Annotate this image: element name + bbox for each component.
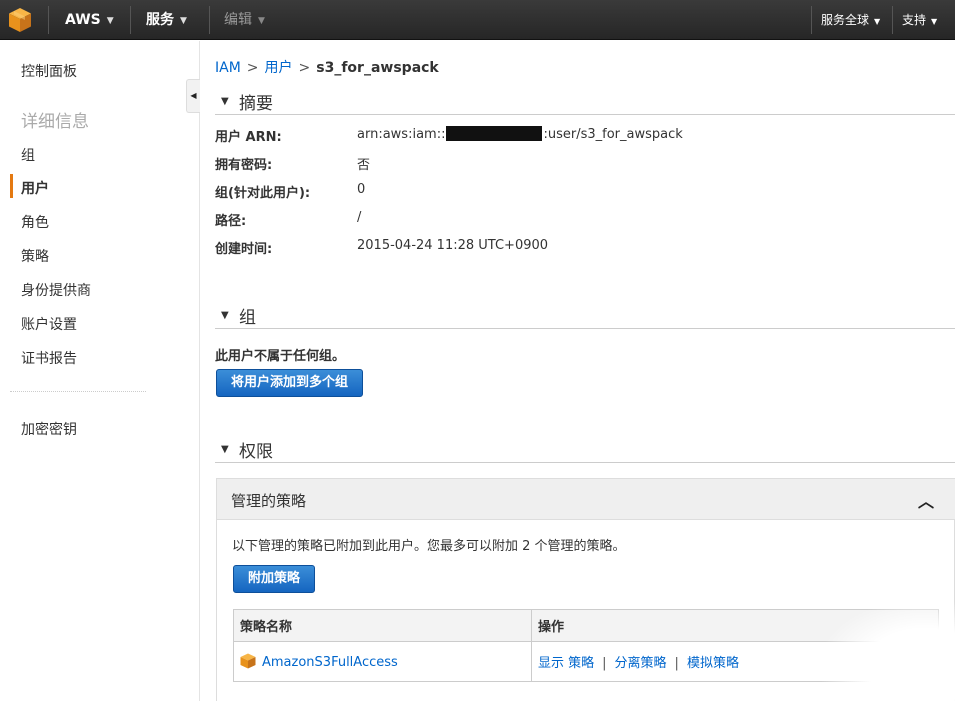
chevron-down-icon: ▼ [931, 17, 938, 26]
managed-policies-panel: 管理的策略 ︿ 以下管理的策略已附加到此用户。您最多可以附加 2 个管理的策略。… [216, 478, 955, 701]
nav-divider [811, 6, 812, 34]
sidebar-item-groups[interactable]: 组 [21, 145, 35, 165]
show-policy-link[interactable]: 显示 策略 [538, 656, 594, 671]
chevron-up-icon: ︿ [917, 492, 934, 511]
edit-menu-label: 编辑 [224, 12, 252, 28]
region-menu[interactable]: 服务全球 ▼ [821, 0, 880, 40]
table-row: AmazonS3FullAccess 显示 策略 | 分离策略 | 模拟策略 [233, 641, 939, 682]
attach-policy-button[interactable]: 附加策略 [233, 565, 316, 593]
aws-menu[interactable]: AWS ▼ [65, 0, 114, 40]
breadcrumb-iam-link[interactable]: IAM [215, 60, 241, 76]
has-password-value: 否 [357, 158, 371, 173]
aws-cube-icon[interactable] [8, 7, 32, 33]
chevron-down-icon: ▼ [180, 16, 187, 26]
summary-section-toggle[interactable]: ▼ 摘要 [215, 87, 955, 115]
caret-down-icon: ▼ [221, 310, 229, 321]
breadcrumb-separator: > [298, 60, 311, 76]
user-arn-suffix: :user/s3_for_awspack [543, 127, 683, 142]
sidebar-collapse-button[interactable]: ◀ [186, 79, 200, 113]
support-menu[interactable]: 支持 ▼ [902, 0, 937, 40]
services-menu-label: 服务 [146, 12, 174, 28]
managed-policies-toggle[interactable]: 管理的策略 ︿ [217, 479, 955, 520]
nav-divider [209, 6, 210, 34]
user-arn-value: arn:aws:iam:::user/s3_for_awspack [357, 126, 683, 142]
path-label: 路径: [215, 214, 247, 229]
aws-cube-icon [240, 653, 256, 669]
user-arn-prefix: arn:aws:iam:: [357, 127, 446, 142]
chevron-down-icon: ▼ [874, 17, 881, 26]
nav-divider [48, 6, 49, 34]
region-menu-label: 服务全球 [821, 13, 870, 27]
creation-time-label: 创建时间: [215, 242, 273, 257]
edit-menu[interactable]: 编辑 ▼ [224, 0, 265, 40]
group-count-label: 组(针对此用户): [215, 186, 311, 201]
breadcrumb-current: s3_for_awspack [316, 60, 439, 76]
managed-policies-description: 以下管理的策略已附加到此用户。您最多可以附加 2 个管理的策略。 [232, 539, 626, 554]
breadcrumb: IAM > 用户 > s3_for_awspack [215, 57, 439, 77]
user-arn-label: 用户 ARN: [215, 130, 282, 145]
sidebar-item-roles[interactable]: 角色 [21, 212, 49, 232]
detach-policy-link[interactable]: 分离策略 [615, 656, 667, 671]
sidebar-item-users[interactable]: 用户 [21, 178, 49, 198]
permissions-section-toggle[interactable]: ▼ 权限 [215, 435, 955, 463]
managed-policies-title: 管理的策略 [231, 492, 307, 510]
sidebar-item-encryption-keys[interactable]: 加密密钥 [21, 419, 77, 439]
policies-table: 策略名称 操作 AmazonS3FullAccess 显示 策略 | 分离策略 | 模拟… [233, 609, 939, 682]
nav-divider [130, 6, 131, 34]
add-user-to-groups-button[interactable]: 将用户添加到多个组 [216, 369, 364, 397]
sidebar-item-credential-report[interactable]: 证书报告 [21, 348, 77, 368]
sidebar-active-indicator [10, 174, 13, 198]
groups-section-title: 组 [239, 308, 256, 328]
has-password-label: 拥有密码: [215, 158, 273, 173]
sidebar-item-policies[interactable]: 策略 [21, 246, 49, 266]
group-count-value: 0 [357, 182, 366, 197]
sidebar-heading-details: 详细信息 [21, 112, 89, 132]
simulate-policy-link[interactable]: 模拟策略 [687, 656, 739, 671]
action-separator: | [674, 656, 679, 671]
chevron-down-icon: ▼ [106, 16, 114, 26]
main-content: IAM > 用户 > s3_for_awspack ▼ 摘要 用户 ARN: arn:a… [201, 41, 955, 701]
redacted-account-id [446, 126, 543, 141]
creation-time-value: 2015-04-24 11:28 UTC+0900 [357, 238, 549, 253]
caret-down-icon: ▼ [221, 444, 229, 455]
sidebar-item-identity-providers[interactable]: 身份提供商 [21, 280, 91, 300]
caret-down-icon: ▼ [221, 96, 229, 107]
services-menu[interactable]: 服务 ▼ [146, 0, 187, 40]
sidebar: 控制面板 详细信息 组 用户 角色 策略 身份提供商 账户设置 证书报告 加密密… [0, 41, 200, 701]
path-value: / [357, 210, 362, 225]
action-separator: | [602, 656, 607, 671]
summary-section-title: 摘要 [239, 94, 273, 114]
breadcrumb-separator: > [246, 60, 259, 76]
policy-name-cell: AmazonS3FullAccess [233, 641, 532, 682]
column-header-policy-name: 策略名称 [233, 609, 532, 642]
policy-name-link[interactable]: AmazonS3FullAccess [262, 655, 398, 670]
column-header-actions: 操作 [531, 609, 939, 642]
table-header-row: 策略名称 操作 [233, 609, 939, 642]
breadcrumb-users-link[interactable]: 用户 [265, 60, 293, 76]
nav-divider [892, 6, 893, 34]
no-groups-message: 此用户不属于任何组。 [215, 349, 346, 364]
chevron-down-icon: ▼ [258, 16, 265, 26]
sidebar-item-account-settings[interactable]: 账户设置 [21, 314, 77, 334]
policy-actions-cell: 显示 策略 | 分离策略 | 模拟策略 [531, 641, 939, 682]
sidebar-divider [10, 391, 146, 392]
aws-menu-label: AWS [65, 12, 101, 28]
support-menu-label: 支持 [902, 13, 927, 27]
top-navigation-bar: AWS ▼ 服务 ▼ 编辑 ▼ 服务全球 ▼ 支持 ▼ [0, 0, 955, 40]
chevron-left-icon: ◀ [190, 91, 197, 100]
permissions-section-title: 权限 [239, 442, 273, 462]
groups-section-toggle[interactable]: ▼ 组 [215, 301, 955, 329]
sidebar-item-dashboard[interactable]: 控制面板 [21, 61, 77, 81]
